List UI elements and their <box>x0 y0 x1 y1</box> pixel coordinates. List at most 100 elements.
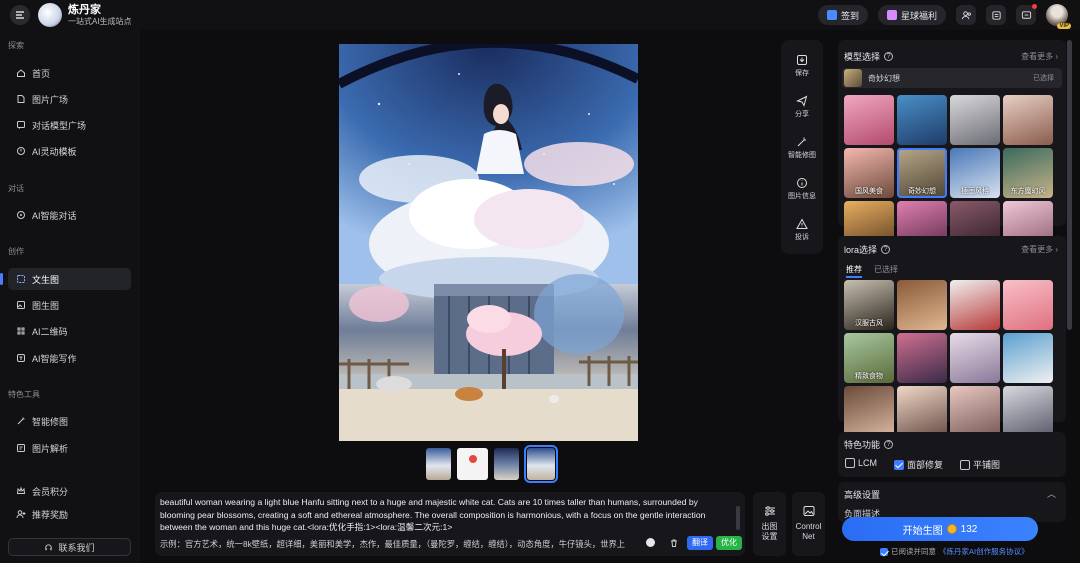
history-thumbnail-current[interactable] <box>524 445 558 483</box>
selected-model[interactable]: 奇妙幻想 已选择 <box>842 68 1062 88</box>
tile-checkbox[interactable]: 平铺图 <box>960 458 1000 471</box>
model-tile[interactable] <box>950 95 1000 145</box>
help-icon[interactable]: ? <box>884 440 894 449</box>
image-icon <box>803 506 814 516</box>
lora-tile[interactable] <box>950 280 1000 330</box>
nav-image-square[interactable]: 图片广场 <box>8 88 131 110</box>
start-label: 开始生图 <box>902 525 943 537</box>
sliders-icon <box>764 506 775 516</box>
controlnet-button[interactable]: Control Net <box>792 492 825 556</box>
nav-ai-chat-label: AI智能对话 <box>32 210 77 221</box>
face-restore-box <box>894 459 904 470</box>
lora-tile[interactable] <box>897 280 947 330</box>
nav-ai-template[interactable]: AI灵动模板 <box>8 140 131 162</box>
history-thumbnail-3[interactable] <box>494 448 519 480</box>
prompt-box[interactable]: beautiful woman wearing a light blue Han… <box>155 492 745 556</box>
nav-referral[interactable]: 推荐奖励 <box>8 503 131 525</box>
tile-label: 国风美食 <box>855 188 883 195</box>
lora-tile[interactable] <box>844 386 894 436</box>
nav-text-to-image-label: 文生图 <box>32 274 60 285</box>
message-icon <box>1021 10 1031 19</box>
model-tile[interactable]: 插画风格 <box>950 148 1000 198</box>
smart-retouch-button[interactable]: 智能修图 <box>781 136 823 160</box>
tab-recommend[interactable]: 推荐 <box>846 264 862 278</box>
lora-tile[interactable] <box>897 333 947 383</box>
image-info-button[interactable]: 图片信息 <box>781 177 823 201</box>
generated-image[interactable] <box>339 44 638 441</box>
history-thumbnail-2[interactable] <box>457 448 488 480</box>
nav-home[interactable]: 首页 <box>8 62 131 84</box>
report-button[interactable]: 投诉 <box>781 218 823 242</box>
magic-wand-icon <box>797 137 806 147</box>
anime-illustration <box>339 44 638 441</box>
model-tile[interactable]: 奇妙幻想 <box>897 148 947 198</box>
nav-ai-chat[interactable]: AI智能对话 <box>8 204 131 226</box>
lora-tile[interactable]: 精致食物 <box>844 333 894 383</box>
help-icon[interactable]: ? <box>884 52 894 61</box>
help-icon[interactable]: ? <box>881 245 891 254</box>
trash-icon[interactable] <box>669 538 679 548</box>
nav-member-points[interactable]: 会员积分 <box>8 480 131 502</box>
face-restore-checkbox[interactable]: 面部修复 <box>894 458 943 471</box>
menu-toggle-button[interactable] <box>10 5 30 25</box>
nav-ai-qrcode[interactable]: AI二维码 <box>8 320 131 342</box>
benefits-button[interactable]: 星球福利 <box>877 5 946 25</box>
optimize-button[interactable]: 优化 <box>716 536 742 550</box>
lora-tile[interactable]: 汉服古风 <box>844 280 894 330</box>
model-tile[interactable] <box>1003 95 1053 145</box>
model-tile[interactable]: 东方魔幻风 <box>1003 148 1053 198</box>
save-button[interactable]: 保存 <box>781 54 823 78</box>
nav-image-to-image[interactable]: 图生图 <box>8 294 131 316</box>
nav-image-analysis-label: 图片解析 <box>32 443 69 454</box>
model-tile[interactable]: 国风美食 <box>844 148 894 198</box>
lora-view-more-link[interactable]: 查看更多 › <box>1021 244 1058 255</box>
model-view-more-link[interactable]: 查看更多 › <box>1021 51 1058 62</box>
nav-text-to-image[interactable]: 文生图 <box>8 268 131 290</box>
model-tile[interactable] <box>844 95 894 145</box>
lora-tile[interactable] <box>950 386 1000 436</box>
translate-button[interactable]: 翻译 <box>687 536 713 550</box>
contact-us-button[interactable]: 联系我们 <box>8 538 131 556</box>
lora-tile[interactable] <box>897 386 947 436</box>
user-avatar[interactable]: VIP <box>1046 4 1071 29</box>
nav-image-analysis[interactable]: 图片解析 <box>8 437 131 459</box>
prompt-example[interactable]: 示例：官方艺术，统一8k壁纸，超详细，美丽和美学，杰作，最佳质量，（曼陀罗，缠结… <box>160 538 650 550</box>
start-generate-button[interactable]: 开始生图 132 <box>842 517 1038 541</box>
checkin-button[interactable]: 签到 <box>817 5 868 25</box>
nav-ai-writing[interactable]: AI智能写作 <box>8 347 131 369</box>
tab-selected[interactable]: 已选择 <box>874 264 898 278</box>
prompt-scrollbar[interactable] <box>736 506 740 530</box>
crown-icon <box>16 486 26 494</box>
panel-scrollbar[interactable] <box>1067 40 1072 330</box>
user-group-button[interactable] <box>956 5 976 25</box>
nav-chat-model-square[interactable]: 对话模型广场 <box>8 114 131 136</box>
top-bar: 炼丹家 一站式AI生成站点 签到 星球福利 VIP <box>0 0 1080 30</box>
lora-tile[interactable] <box>1003 280 1053 330</box>
image-tools: 保存 分享 智能修图 图片信息 投诉 <box>781 40 823 254</box>
lora-title-text: lora选择 <box>844 245 878 255</box>
agreement-checkbox[interactable] <box>880 547 888 556</box>
lora-tile[interactable] <box>950 333 1000 383</box>
collapse-icon[interactable]: ︿ <box>1047 487 1056 500</box>
agreement-link[interactable]: 《炼丹家AI创作服务协议》 <box>939 546 1029 557</box>
lora-tile[interactable] <box>1003 386 1053 436</box>
exchange-button[interactable] <box>986 5 1006 25</box>
model-tile[interactable] <box>897 95 947 145</box>
output-settings-button[interactable]: 出图设置 <box>753 492 786 556</box>
qrcode-icon <box>17 327 25 335</box>
brand-logo[interactable] <box>38 3 62 27</box>
lcm-checkbox[interactable]: LCM <box>845 458 877 468</box>
checkin-label: 签到 <box>840 10 859 21</box>
prompt-textarea[interactable]: beautiful woman wearing a light blue Han… <box>160 496 735 534</box>
share-label: 分享 <box>795 111 809 118</box>
message-button[interactable] <box>1016 4 1037 25</box>
face-restore-label: 面部修复 <box>907 460 944 470</box>
section-explore: 探索 <box>8 41 24 50</box>
lora-tile[interactable] <box>1003 333 1053 383</box>
brand-name: 炼丹家 <box>68 3 101 16</box>
nav-smart-retouch[interactable]: 智能修图 <box>8 410 131 432</box>
history-thumbnail-1[interactable] <box>426 448 451 480</box>
share-button[interactable]: 分享 <box>781 95 823 119</box>
example-more-icon[interactable] <box>646 538 655 547</box>
advanced-settings-card[interactable]: 高级设置 ︿ 负面描述 <box>838 482 1066 522</box>
